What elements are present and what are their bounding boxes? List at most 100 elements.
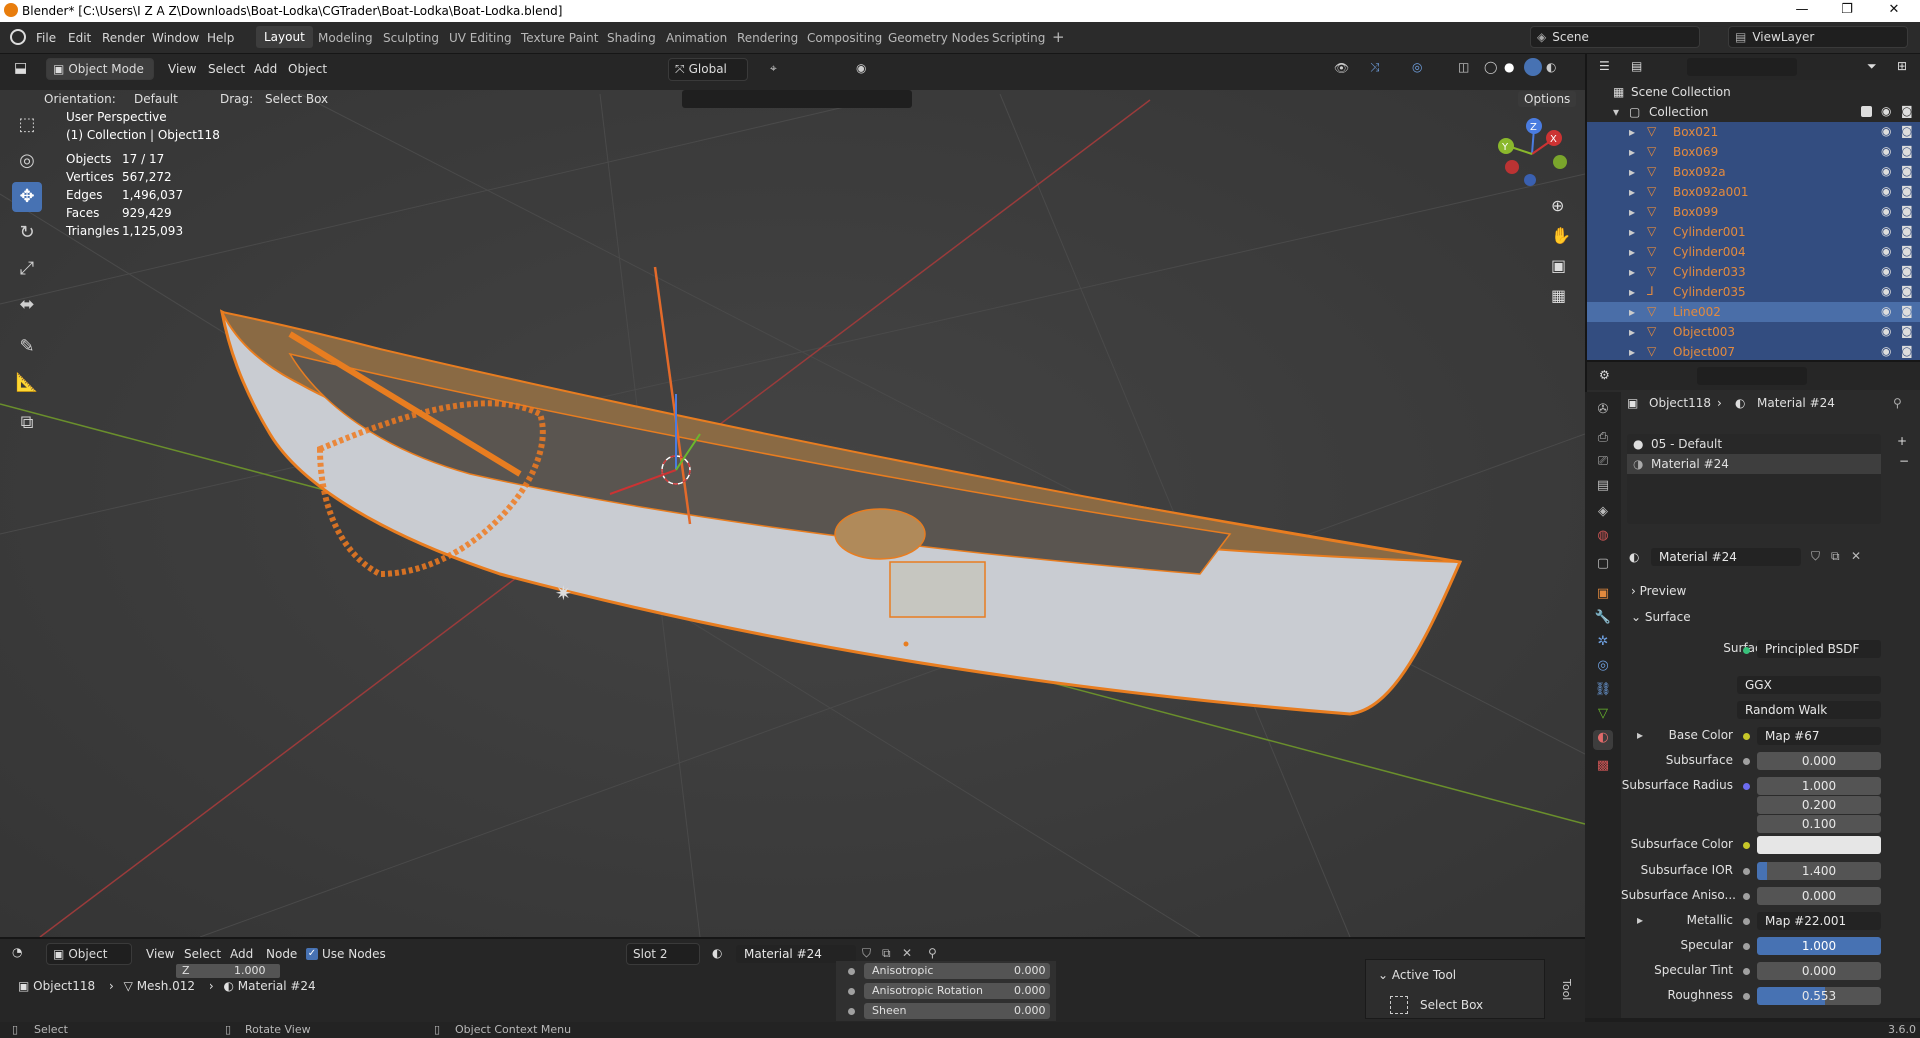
expand-arrow-icon[interactable]: ▸ (1629, 205, 1635, 219)
property-value-field[interactable]: 1.400 (1757, 862, 1881, 880)
collection-row[interactable]: ▾ ▢ Collection ◉ ◙ (1587, 102, 1920, 122)
unlink-material-icon[interactable]: ✕ (1851, 549, 1861, 563)
render-icon[interactable]: ◙ (1901, 264, 1913, 278)
camera-view-icon[interactable]: ▣ (1551, 256, 1566, 275)
options-button[interactable]: Options (1518, 91, 1577, 107)
tool-tab-icon[interactable]: ✇ (1593, 402, 1613, 422)
navigation-gizmo[interactable]: Z X Y (1490, 112, 1570, 192)
tab-sculpting[interactable]: Sculpting (383, 31, 439, 45)
transform-tool-icon[interactable]: ⬌ (12, 290, 42, 320)
new-collection-icon[interactable]: ⊞ (1897, 59, 1907, 73)
filter-icon[interactable]: ⏷ (1867, 59, 1877, 74)
scale-tool-icon[interactable]: ⤢ (12, 254, 42, 284)
tab-texture-paint[interactable]: Texture Paint (521, 31, 598, 45)
outliner-item[interactable]: ▸ ▽ Object003 ◉ ◙ (1587, 322, 1920, 342)
data-tab-icon[interactable]: ▽ (1593, 706, 1613, 726)
render-icon[interactable]: ◙ (1901, 344, 1913, 358)
snap-icon[interactable]: ⌖ (770, 61, 777, 76)
vp-menu-select[interactable]: Select (208, 62, 245, 76)
collection-tab-icon[interactable]: ▢ (1593, 556, 1613, 576)
eye-icon[interactable]: ◉ (1881, 304, 1891, 318)
scene-tab-icon[interactable]: ◈ (1593, 504, 1613, 524)
property-value-field[interactable]: 0.553 (1757, 987, 1881, 1005)
expand-arrow-icon[interactable]: ▸ (1629, 165, 1635, 179)
tab-compositing[interactable]: Compositing (807, 31, 882, 45)
property-value-field[interactable]: Map #67 (1757, 727, 1881, 745)
select-box-tool-icon[interactable] (1390, 996, 1408, 1014)
tool-sidebar-tab[interactable]: Tool (1560, 979, 1573, 1000)
node-fake-user-icon[interactable]: ⛉ (862, 946, 871, 961)
outliner-item[interactable]: ▸ ▽ Cylinder033 ◉ ◙ (1587, 262, 1920, 282)
eye-icon[interactable]: ◉ (1881, 204, 1891, 218)
gizmo-toggle-icon[interactable]: ⤨ (1370, 60, 1380, 75)
render-icon[interactable]: ◙ (1901, 164, 1913, 178)
modifier-tab-icon[interactable]: 🔧 (1593, 610, 1613, 630)
expand-arrow-icon[interactable]: ▸ (1629, 185, 1635, 199)
tab-geometry-nodes[interactable]: Geometry Nodes (888, 31, 989, 45)
rendered-shading-icon[interactable]: ◐ (1546, 60, 1556, 74)
eye-icon[interactable]: ◉ (1881, 164, 1891, 178)
display-mode-icon[interactable]: ▤ (1631, 59, 1642, 73)
shader-object-selector[interactable]: ▣ Object (46, 943, 132, 965)
solid-shading-icon[interactable]: ● (1504, 60, 1514, 74)
vp-menu-object[interactable]: Object (288, 62, 327, 76)
node-menu-select[interactable]: Select (184, 947, 221, 961)
preview-panel-header[interactable]: › Preview (1631, 584, 1686, 598)
maximize-button[interactable]: ❐ (1827, 2, 1867, 20)
expand-arrow-icon[interactable]: ▸ (1637, 728, 1643, 742)
expand-arrow-icon[interactable]: ▸ (1629, 305, 1635, 319)
node-menu-add[interactable]: Add (230, 947, 253, 961)
property-value-field[interactable]: 1.000 (1757, 777, 1881, 795)
surface-panel-header[interactable]: ⌄ Surface (1631, 610, 1691, 624)
collection-checkbox[interactable] (1861, 106, 1872, 117)
eye-icon[interactable]: ◉ (1881, 244, 1891, 258)
surface-shader-field[interactable]: Principled BSDF (1757, 640, 1881, 658)
outliner-item[interactable]: ▸ ▽ Line002 ◉ ◙ (1587, 302, 1920, 322)
properties-search[interactable] (1697, 367, 1807, 385)
expand-arrow-icon[interactable]: ▸ (1629, 145, 1635, 159)
outliner-item[interactable]: ▸ ⅃ Cylinder035 ◉ ◙ (1587, 282, 1920, 302)
viewlayer-selector[interactable]: ▤ ViewLayer (1728, 26, 1908, 48)
render-icon[interactable]: ◙ (1901, 304, 1913, 318)
material-slot-item[interactable]: ◑ Material #24 (1627, 454, 1881, 474)
texture-tab-icon[interactable]: ▩ (1593, 758, 1613, 778)
material-tab-icon[interactable]: ◐ (1593, 730, 1613, 750)
tab-shading[interactable]: Shading (607, 31, 656, 45)
node-duplicate-icon[interactable]: ⧉ (882, 946, 891, 961)
menu-edit[interactable]: Edit (68, 31, 91, 45)
node-pin-icon[interactable]: ⚲ (928, 946, 937, 960)
outliner-item[interactable]: ▸ ▽ Box092a001 ◉ ◙ (1587, 182, 1920, 202)
expand-arrow-icon[interactable]: ▸ (1629, 225, 1635, 239)
subsurface-method-dropdown[interactable]: Random Walk (1737, 701, 1881, 719)
editor-type-icon[interactable]: ⬓ (14, 60, 27, 76)
outliner-item[interactable]: ▸ ▽ Box069 ◉ ◙ (1587, 142, 1920, 162)
node-menu-node[interactable]: Node (266, 947, 297, 961)
visibility-icon[interactable]: 👁 (1334, 61, 1349, 75)
ortho-grid-icon[interactable]: ▦ (1551, 286, 1566, 305)
tab-rendering[interactable]: Rendering (737, 31, 798, 45)
material-browse-icon[interactable]: ◐ (1629, 550, 1639, 564)
object-tab-icon[interactable]: ▣ (1593, 586, 1613, 606)
slot-selector[interactable]: Slot 2 (626, 943, 700, 965)
eye-icon[interactable]: ◉ (1881, 144, 1891, 158)
annotate-tool-icon[interactable]: ✎ (12, 332, 42, 362)
overlay-toggle-icon[interactable]: ◎ (1412, 60, 1422, 74)
node-input-row[interactable]: Anisotropic Rotation 0.000 (864, 983, 1050, 999)
add-workspace-button[interactable]: + (1052, 28, 1065, 46)
property-value-field[interactable]: Map #22.001 (1757, 912, 1881, 930)
measure-tool-icon[interactable]: 📐 (12, 368, 42, 398)
expand-arrow-icon[interactable]: ▸ (1637, 913, 1643, 927)
viewport-search-field[interactable] (682, 90, 912, 108)
render-icon[interactable]: ◙ (1901, 184, 1913, 198)
mode-selector[interactable]: ▣ Object Mode (46, 58, 154, 80)
tab-layout[interactable]: Layout (256, 26, 313, 48)
outliner-search[interactable] (1687, 58, 1797, 76)
node-material-browse-icon[interactable]: ◐ (712, 946, 722, 960)
node-menu-view[interactable]: View (146, 947, 174, 961)
output-tab-icon[interactable]: ⎚ (1593, 454, 1613, 474)
proportional-edit-icon[interactable]: ◉ (856, 61, 866, 75)
render-icon[interactable]: ◙ (1901, 204, 1913, 218)
properties-editor-icon[interactable]: ⚙ (1599, 368, 1610, 382)
property-value-field[interactable]: 0.100 (1757, 815, 1881, 833)
eye-icon[interactable]: ◉ (1881, 184, 1891, 198)
